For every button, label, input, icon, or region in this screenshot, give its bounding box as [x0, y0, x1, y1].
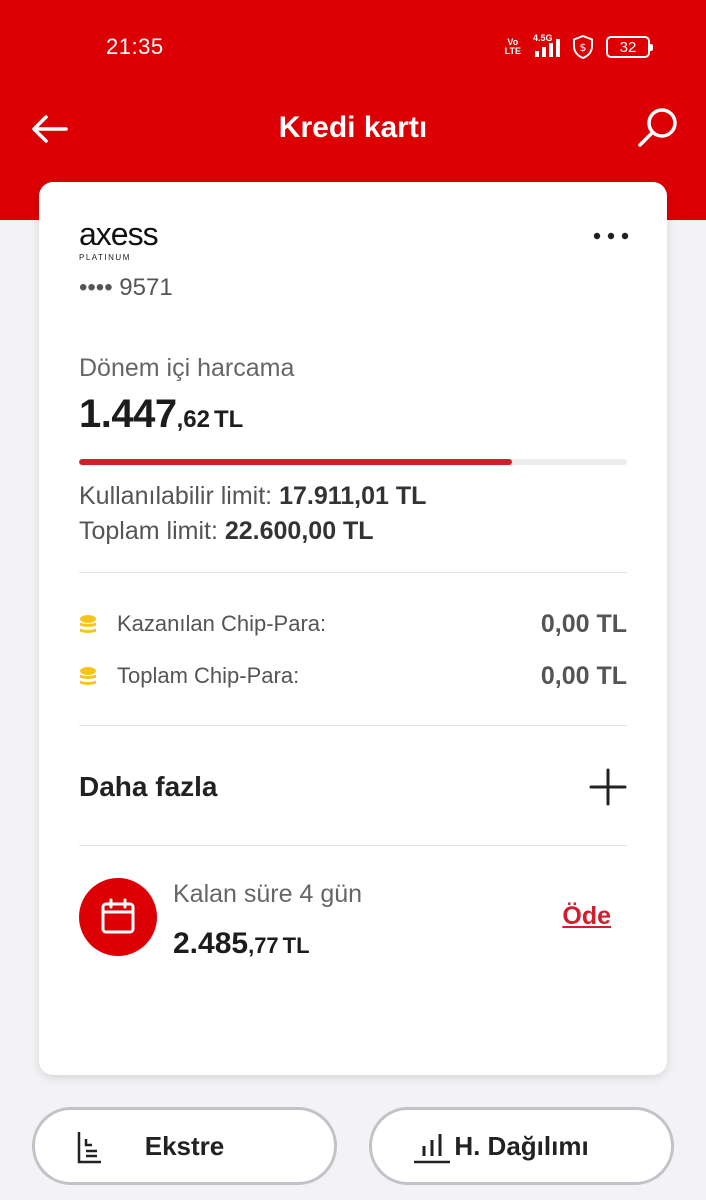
more-horizontal-icon[interactable] [593, 226, 629, 246]
more-details-label: Daha fazla [79, 771, 218, 802]
status-bar: 21:35 Vo LTE 4.5G $ 32 [0, 0, 706, 95]
total-chip-para-value: 0,00 TL [540, 661, 627, 690]
search-icon[interactable] [636, 105, 682, 151]
statement-button[interactable]: Ekstre [32, 1107, 337, 1185]
total-limit: Toplam limit: 22.600,00 TL [79, 517, 374, 545]
plus-icon[interactable] [589, 768, 627, 806]
app-bar: Kredi kartı [0, 95, 706, 165]
credit-card-panel: axess PLATINUM •••• 9571 Dönem içi harca… [39, 182, 667, 1075]
earned-chip-para-value: 0,00 TL [540, 609, 627, 638]
status-icons: Vo LTE 4.5G $ 32 [504, 33, 653, 60]
security-shield-icon: $ [573, 35, 593, 59]
status-time: 21:35 [106, 34, 164, 59]
network-type: 4.5G [533, 33, 553, 43]
total-chip-para-row: Toplam Chip-Para: 0,00 TL [79, 661, 627, 691]
calendar-icon [79, 878, 157, 956]
volte-icon: Vo LTE [504, 37, 521, 56]
divider [79, 725, 627, 726]
spending-distribution-button[interactable]: H. Dağılımı [369, 1107, 674, 1185]
due-remaining-label: Kalan süre 4 gün [173, 880, 363, 908]
signal-icon: 4.5G [533, 33, 560, 57]
battery-level: 32 [619, 38, 637, 56]
card-brand-logo: axess PLATINUM [79, 216, 159, 262]
more-details-toggle[interactable]: Daha fazla [79, 752, 627, 822]
available-limit: Kullanılabilir limit: 17.911,01 TL [79, 482, 427, 510]
svg-text:$: $ [580, 41, 587, 54]
earned-chip-para-row: Kazanılan Chip-Para: 0,00 TL [79, 609, 627, 639]
statement-icon [77, 1132, 101, 1164]
divider [79, 572, 627, 573]
pay-link[interactable]: Öde [562, 902, 611, 931]
battery-icon: 32 [606, 36, 653, 58]
page-title: Kredi kartı [278, 111, 428, 144]
coin-stack-icon [80, 615, 96, 633]
coin-stack-icon [80, 667, 96, 685]
card-number: •••• 9571 [79, 274, 173, 301]
divider [79, 845, 627, 846]
period-spending-amount: 1.447,62 TL [79, 392, 244, 436]
bar-chart-icon [414, 1134, 450, 1164]
limit-usage-bar [79, 459, 627, 465]
total-chip-para-label: Toplam Chip-Para: [117, 663, 300, 688]
period-spending-label: Dönem içi harcama [79, 354, 295, 382]
due-amount: 2.485,77 TL [173, 927, 310, 960]
earned-chip-para-label: Kazanılan Chip-Para: [117, 611, 327, 636]
limit-usage-fill [79, 459, 512, 465]
